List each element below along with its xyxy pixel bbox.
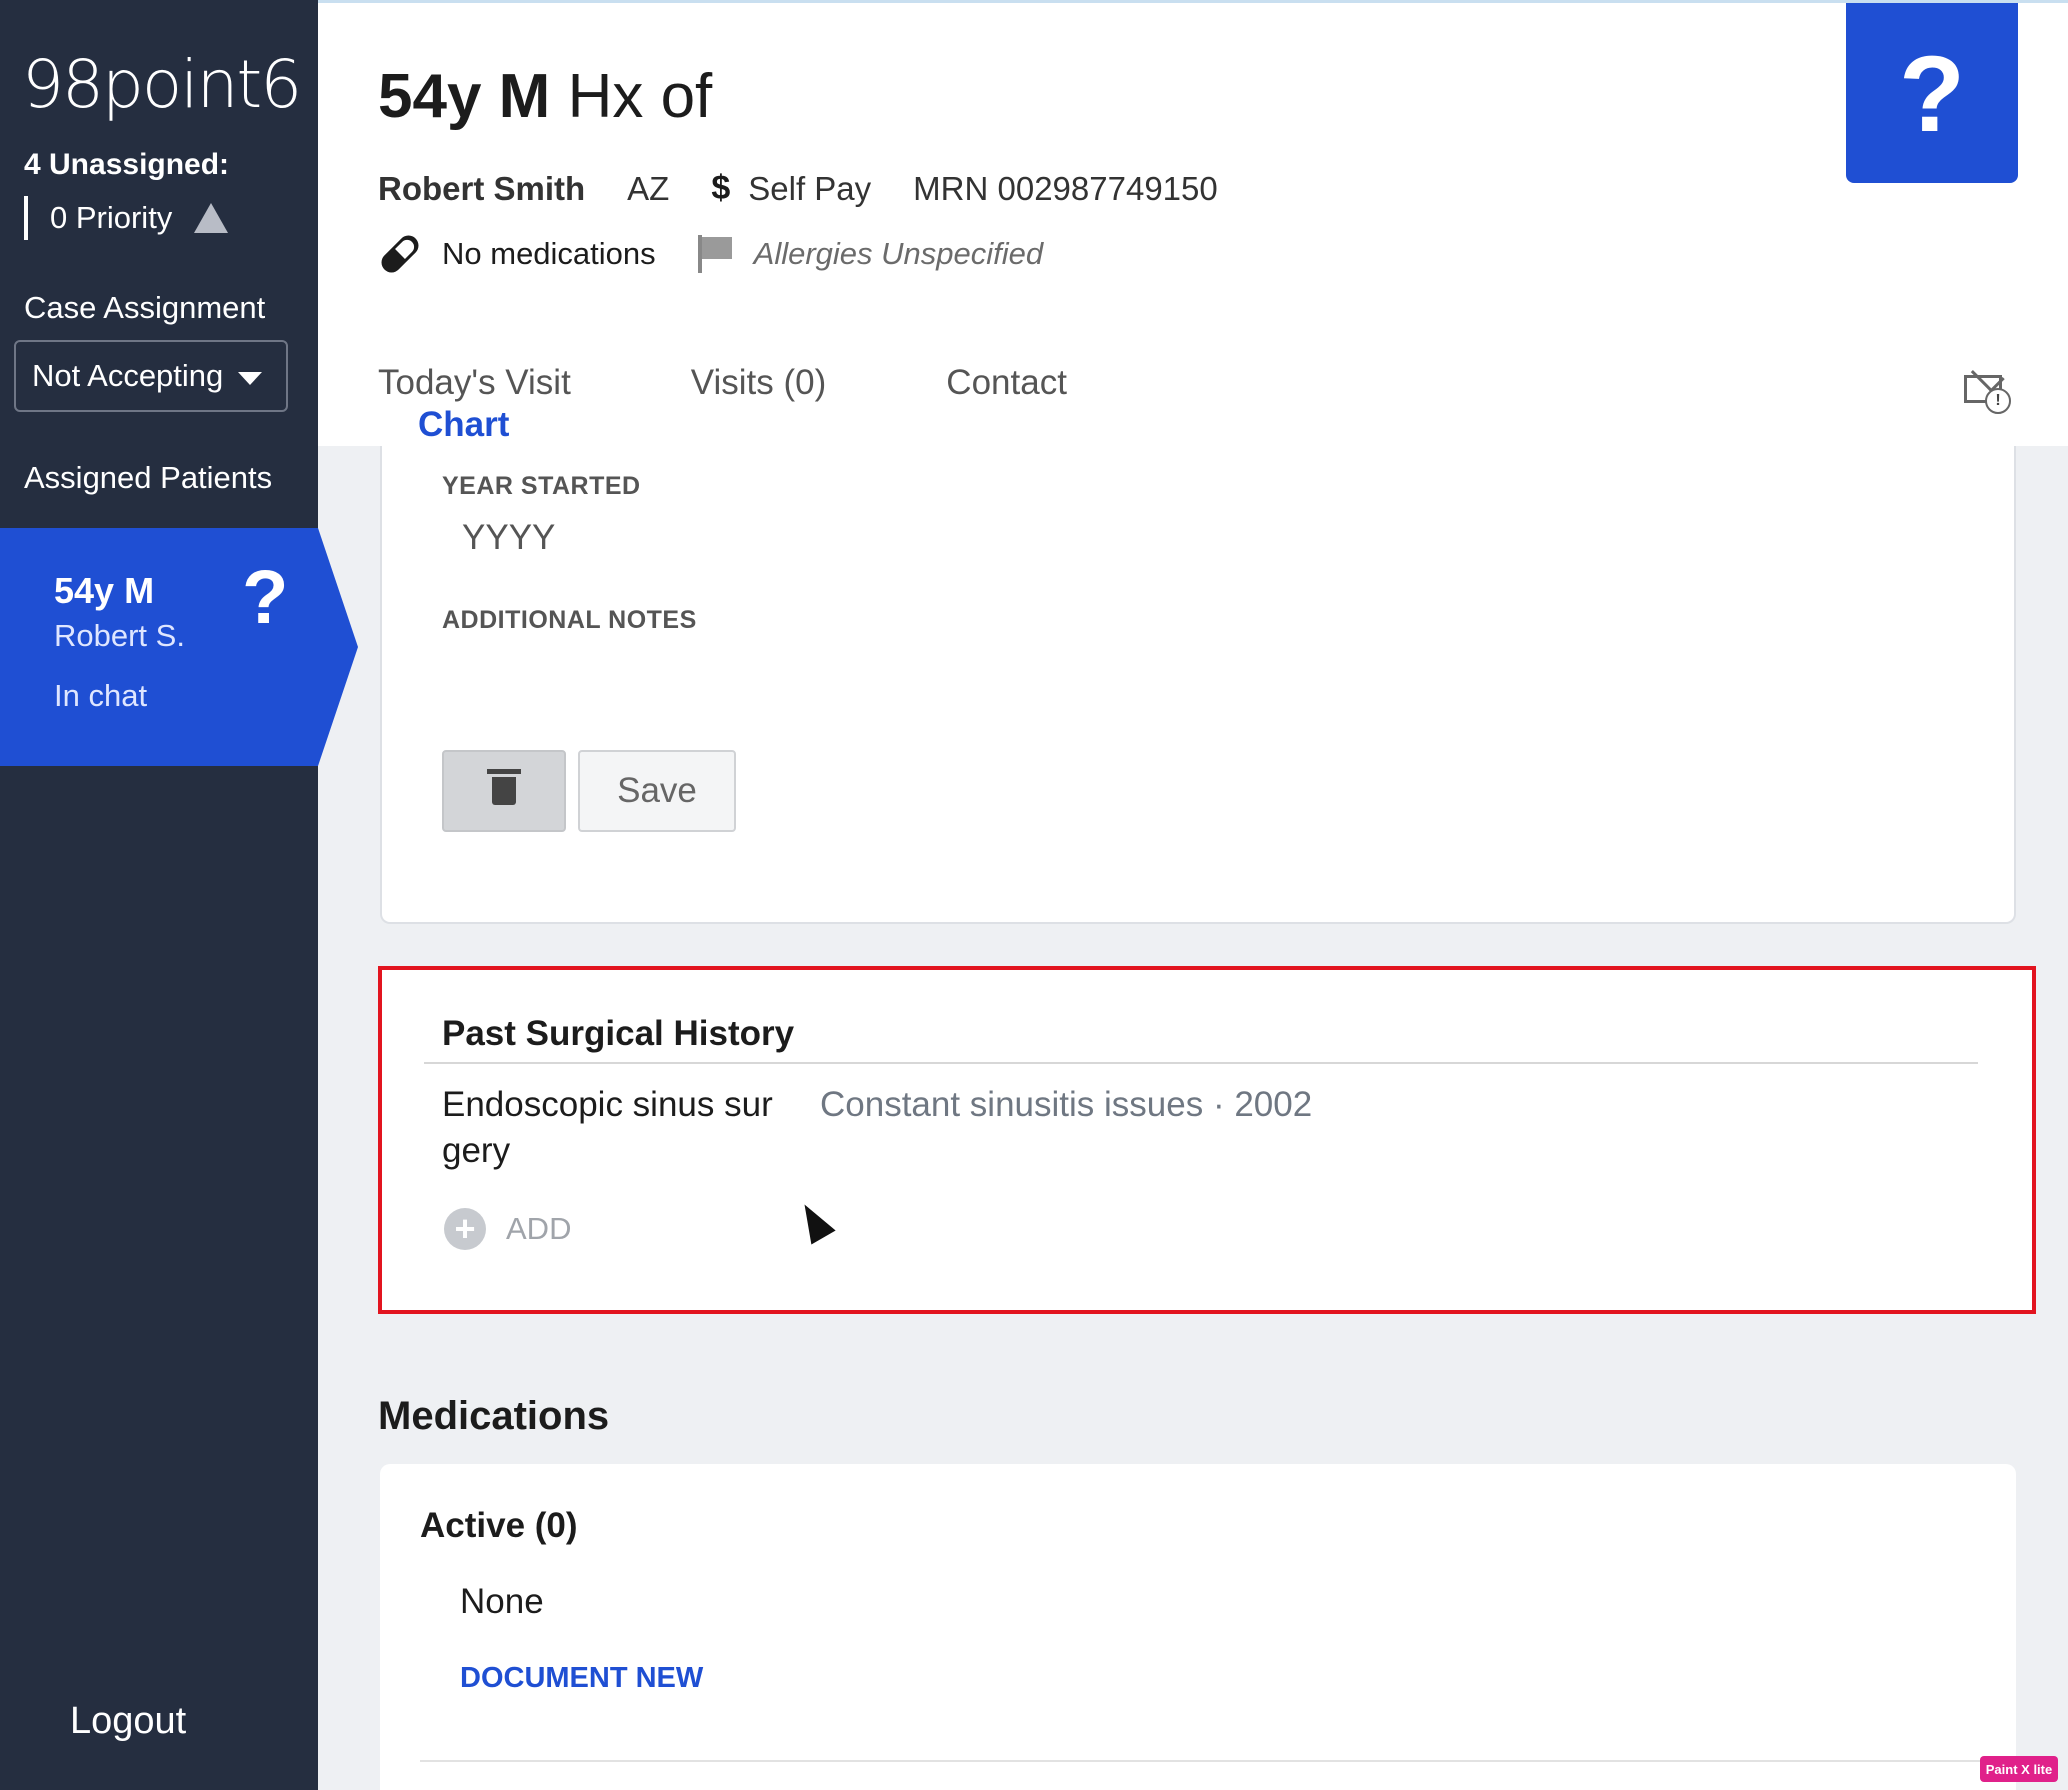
- caret-down-icon: [238, 372, 262, 385]
- save-button[interactable]: Save: [578, 750, 736, 832]
- tab-contact[interactable]: Contact: [946, 363, 1067, 427]
- medications-summary: No medications: [442, 236, 656, 271]
- surgery-name[interactable]: Endoscopic sinus surgery: [442, 1082, 782, 1174]
- divider: [424, 1062, 1978, 1064]
- logout-link[interactable]: Logout: [70, 1700, 186, 1743]
- patient-state: AZ: [627, 169, 670, 207]
- patient-meta: Robert Smith AZ $ Self Pay MRN 002987749…: [378, 169, 1218, 208]
- priority-count[interactable]: 0 Priority: [24, 196, 229, 240]
- additional-notes-label: ADDITIONAL NOTES: [442, 606, 697, 634]
- year-started-label: YEAR STARTED: [442, 472, 641, 500]
- warning-triangle-icon: [194, 203, 229, 233]
- patient-short-name: Robert S.: [54, 618, 185, 653]
- medications-heading: Medications: [378, 1394, 610, 1438]
- sidebar: 98point6 4 Unassigned: 0 Priority Case A…: [0, 0, 358, 1790]
- help-button[interactable]: ?: [1846, 3, 2018, 183]
- flag-icon: [697, 235, 734, 273]
- delete-button[interactable]: [442, 750, 566, 832]
- assigned-patient-card[interactable]: 54y M Robert S. In chat ?: [0, 528, 358, 766]
- page-title: 54y M Hx of: [378, 61, 712, 132]
- patient-status: In chat: [54, 678, 148, 713]
- case-assignment-dropdown[interactable]: Not Accepting: [14, 340, 288, 412]
- past-surgical-history-section: Past Surgical History Endoscopic sinus s…: [378, 966, 2036, 1314]
- app-watermark-badge: Paint X lite: [1980, 1756, 2058, 1782]
- divider: [420, 1760, 1980, 1762]
- patient-age-sex: 54y M: [54, 570, 155, 611]
- section-title: Past Surgical History: [442, 1014, 795, 1053]
- brand-logo: 98point6: [22, 46, 302, 123]
- plus-circle-icon: +: [444, 1208, 486, 1250]
- no-medications-text: None: [460, 1582, 544, 1621]
- year-started-input[interactable]: YYYY: [462, 518, 555, 558]
- case-assignment-value: Not Accepting: [32, 358, 224, 393]
- title-age-sex: 54y M: [378, 62, 551, 131]
- tab-visits[interactable]: Visits (0): [691, 363, 827, 427]
- surgery-detail: Constant sinusitis issues · 2002: [820, 1085, 1313, 1124]
- assigned-patients-label: Assigned Patients: [24, 460, 273, 495]
- active-medications-label: Active (0): [420, 1506, 578, 1545]
- title-history: Hx of: [567, 62, 713, 131]
- add-surgery-button[interactable]: + ADD: [444, 1208, 571, 1250]
- question-mark-icon: ?: [242, 555, 289, 640]
- condition-form-card: YEAR STARTED YYYY ADDITIONAL NOTES Save: [380, 446, 2016, 924]
- document-new-link[interactable]: DOCUMENT NEW: [460, 1662, 703, 1695]
- patient-mrn: MRN 002987749150: [913, 169, 1218, 207]
- dollar-icon: $: [711, 169, 731, 207]
- payment-type: Self Pay: [748, 169, 872, 207]
- medications-card: Active (0) None DOCUMENT NEW: [380, 1464, 2016, 1790]
- mail-alert-icon[interactable]: [1964, 375, 2011, 414]
- add-label: ADD: [506, 1211, 572, 1246]
- priority-label: 0 Priority: [50, 200, 173, 235]
- case-assignment-label: Case Assignment: [24, 290, 266, 325]
- allergies-summary: Allergies Unspecified: [753, 236, 1044, 271]
- patient-header: 54y M Hx of Robert Smith AZ $ Self Pay M…: [318, 0, 2068, 469]
- patient-name: Robert Smith: [378, 169, 586, 207]
- trash-icon: [487, 769, 521, 805]
- unassigned-count: 4 Unassigned:: [24, 148, 230, 181]
- pill-icon: [377, 231, 423, 277]
- med-allergy-row: No medications Allergies Unspecified: [377, 231, 1044, 277]
- tab-bar: Today's Visit Chart Visits (0) Contact: [378, 363, 1067, 469]
